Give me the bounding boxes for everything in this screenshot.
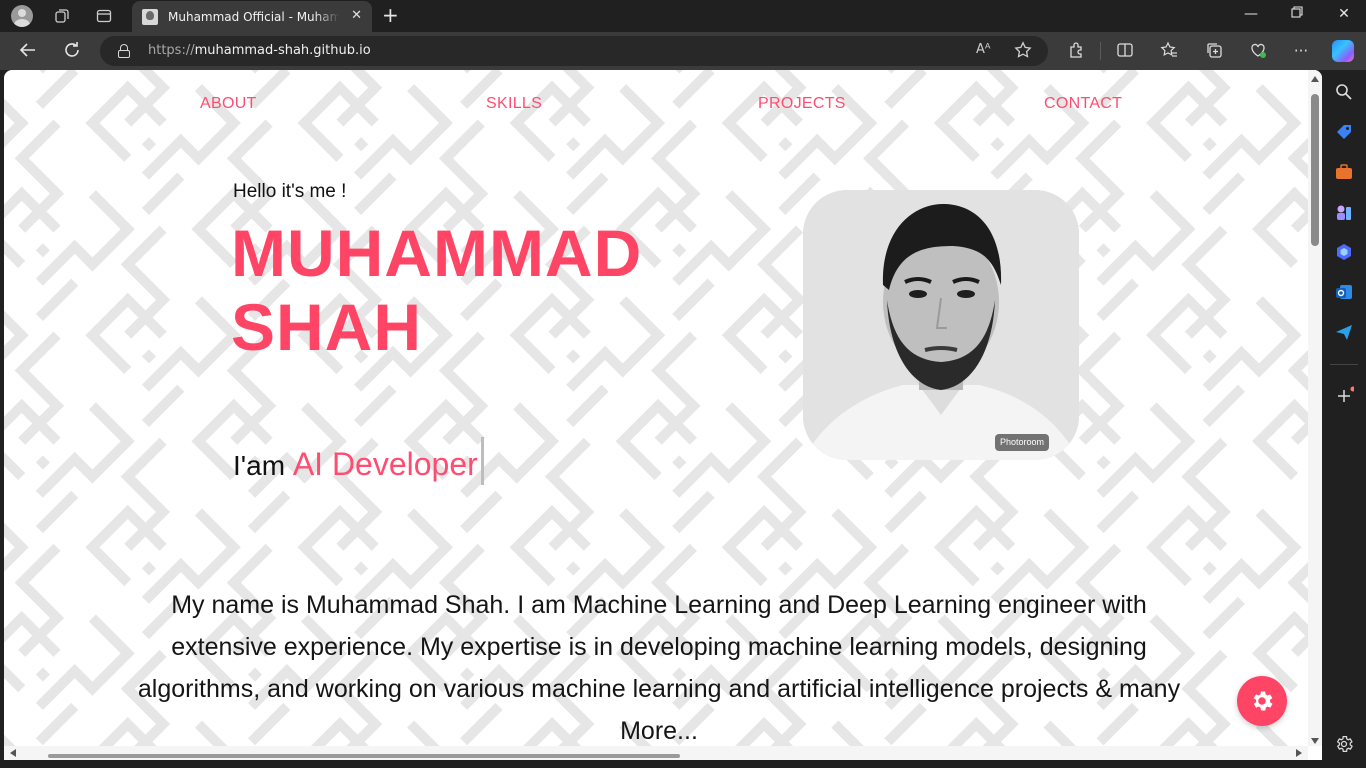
split-screen-icon[interactable] bbox=[1115, 41, 1135, 64]
profile-icon[interactable] bbox=[11, 5, 33, 27]
sidebar-divider bbox=[1330, 364, 1358, 365]
tab-actions-icon[interactable] bbox=[94, 6, 114, 26]
window-bottom-edge bbox=[0, 760, 1322, 768]
hero-name: MUHAMMAD SHAH bbox=[231, 216, 642, 364]
nav-projects-link[interactable]: PROJECTS bbox=[758, 95, 846, 113]
more-icon[interactable]: ··· bbox=[1291, 41, 1311, 61]
restore-icon[interactable] bbox=[1287, 6, 1307, 22]
nav-about-link[interactable]: ABOUT bbox=[200, 95, 257, 113]
horizontal-scroll-thumb[interactable] bbox=[48, 754, 680, 758]
hero-role-line: I'am AI Developer bbox=[233, 437, 484, 485]
sidebar-outlook-icon[interactable] bbox=[1334, 282, 1354, 302]
sidebar-add-icon[interactable] bbox=[1334, 386, 1356, 406]
active-tab[interactable]: Muhammad Official - Muhammad Shah ✕ bbox=[132, 1, 372, 32]
extensions-icon[interactable] bbox=[1067, 41, 1087, 64]
photoroom-badge: Photoroom bbox=[995, 434, 1050, 451]
typing-cursor bbox=[480, 437, 484, 485]
back-icon[interactable] bbox=[17, 40, 39, 62]
sidebar-games-icon[interactable] bbox=[1334, 202, 1354, 222]
tab-close-icon[interactable]: ✕ bbox=[351, 8, 362, 23]
scroll-up-arrow-icon[interactable] bbox=[1311, 76, 1319, 82]
lock-icon[interactable] bbox=[118, 44, 130, 58]
browser-sidebar bbox=[1322, 70, 1366, 768]
hero-iam-prefix: I'am bbox=[233, 450, 286, 481]
web-page: ABOUT SKILLS PROJECTS CONTACT Hello it's… bbox=[4, 70, 1322, 760]
new-tab-button[interactable]: + bbox=[382, 4, 399, 26]
sidebar-search-icon[interactable] bbox=[1334, 82, 1354, 102]
read-aloud-icon[interactable]: Aᴬ bbox=[976, 42, 991, 57]
bio-paragraph: My name is Muhammad Shah. I am Machine L… bbox=[137, 591, 1181, 745]
title-bar: Muhammad Official - Muhammad Shah ✕ + — … bbox=[0, 0, 1366, 32]
close-window-icon[interactable]: ✕ bbox=[1334, 6, 1354, 22]
hero-greeting: Hello it's me ! bbox=[233, 181, 347, 202]
sidebar-tools-icon[interactable] bbox=[1334, 162, 1354, 182]
vertical-scrollbar[interactable] bbox=[1308, 70, 1322, 746]
refresh-icon[interactable] bbox=[61, 40, 83, 62]
favorite-star-icon[interactable] bbox=[1014, 41, 1032, 63]
minimize-icon[interactable]: — bbox=[1241, 6, 1261, 22]
settings-fab-button[interactable] bbox=[1237, 676, 1287, 726]
toolbar-divider bbox=[1100, 42, 1101, 60]
sidebar-settings-icon[interactable] bbox=[1334, 734, 1354, 754]
workspaces-icon[interactable] bbox=[52, 6, 72, 26]
hero-role: AI Developer bbox=[292, 446, 478, 482]
tab-title: Muhammad Official - Muhammad Shah bbox=[168, 9, 340, 24]
profile-photo-illustration bbox=[803, 190, 1079, 460]
sidebar-shopping-icon[interactable] bbox=[1334, 122, 1354, 142]
nav-skills-link[interactable]: SKILLS bbox=[486, 95, 542, 113]
horizontal-scrollbar[interactable] bbox=[4, 746, 1308, 760]
favorites-icon[interactable] bbox=[1159, 41, 1179, 64]
sidebar-copilot-app-icon[interactable] bbox=[1334, 242, 1354, 262]
vertical-scroll-thumb[interactable] bbox=[1311, 94, 1319, 246]
hero-name-line1: MUHAMMAD bbox=[231, 216, 643, 290]
address-bar[interactable]: https://muhammad-shah.github.io Aᴬ bbox=[100, 36, 1048, 66]
navigation-bar: https://muhammad-shah.github.io Aᴬ ··· bbox=[0, 32, 1366, 70]
gear-icon bbox=[1253, 691, 1273, 711]
url-text[interactable]: https://muhammad-shah.github.io bbox=[148, 43, 371, 58]
tab-favicon-icon bbox=[142, 8, 158, 25]
hero-name-line2: SHAH bbox=[231, 290, 423, 364]
profile-photo: Photoroom bbox=[803, 190, 1079, 460]
scroll-left-arrow-icon[interactable] bbox=[10, 749, 16, 757]
browser-essentials-icon[interactable] bbox=[1248, 41, 1268, 64]
collections-icon[interactable] bbox=[1204, 41, 1224, 64]
copilot-icon[interactable] bbox=[1332, 40, 1354, 62]
scroll-right-arrow-icon[interactable] bbox=[1296, 749, 1302, 757]
nav-contact-link[interactable]: CONTACT bbox=[1044, 95, 1122, 113]
scroll-down-arrow-icon[interactable] bbox=[1311, 738, 1319, 744]
sidebar-send-icon[interactable] bbox=[1334, 322, 1354, 342]
